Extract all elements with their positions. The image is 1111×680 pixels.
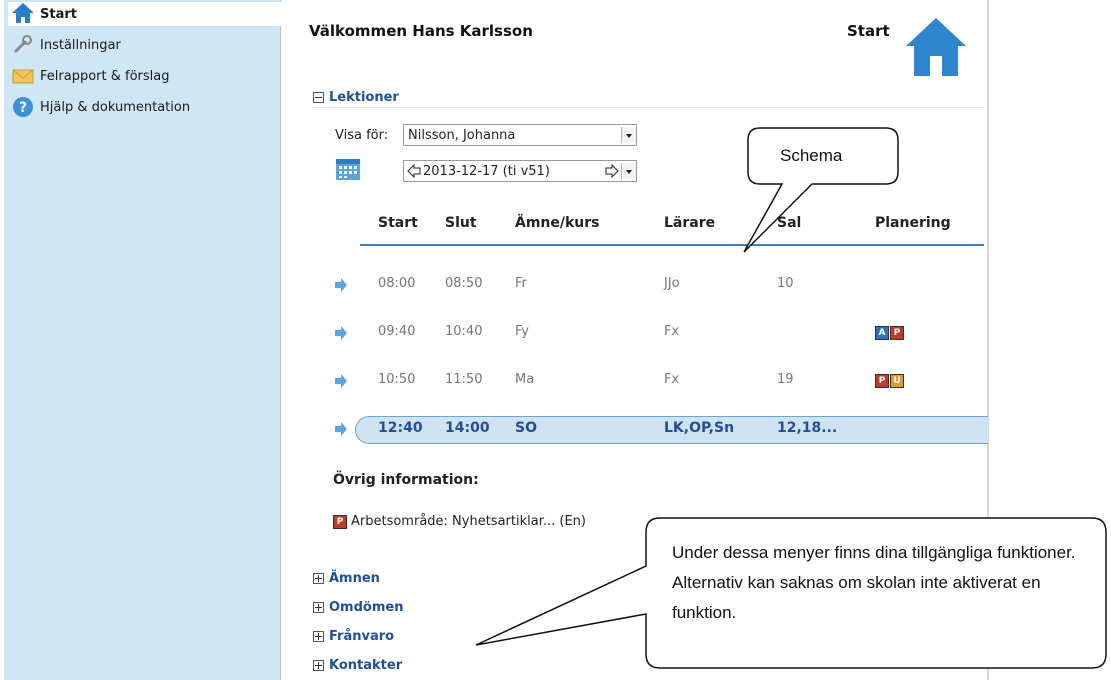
schema-callout-text: Schema: [780, 146, 843, 165]
menus-callout-text: Under dessa menyer finns dina tillgängli…: [672, 543, 1076, 622]
